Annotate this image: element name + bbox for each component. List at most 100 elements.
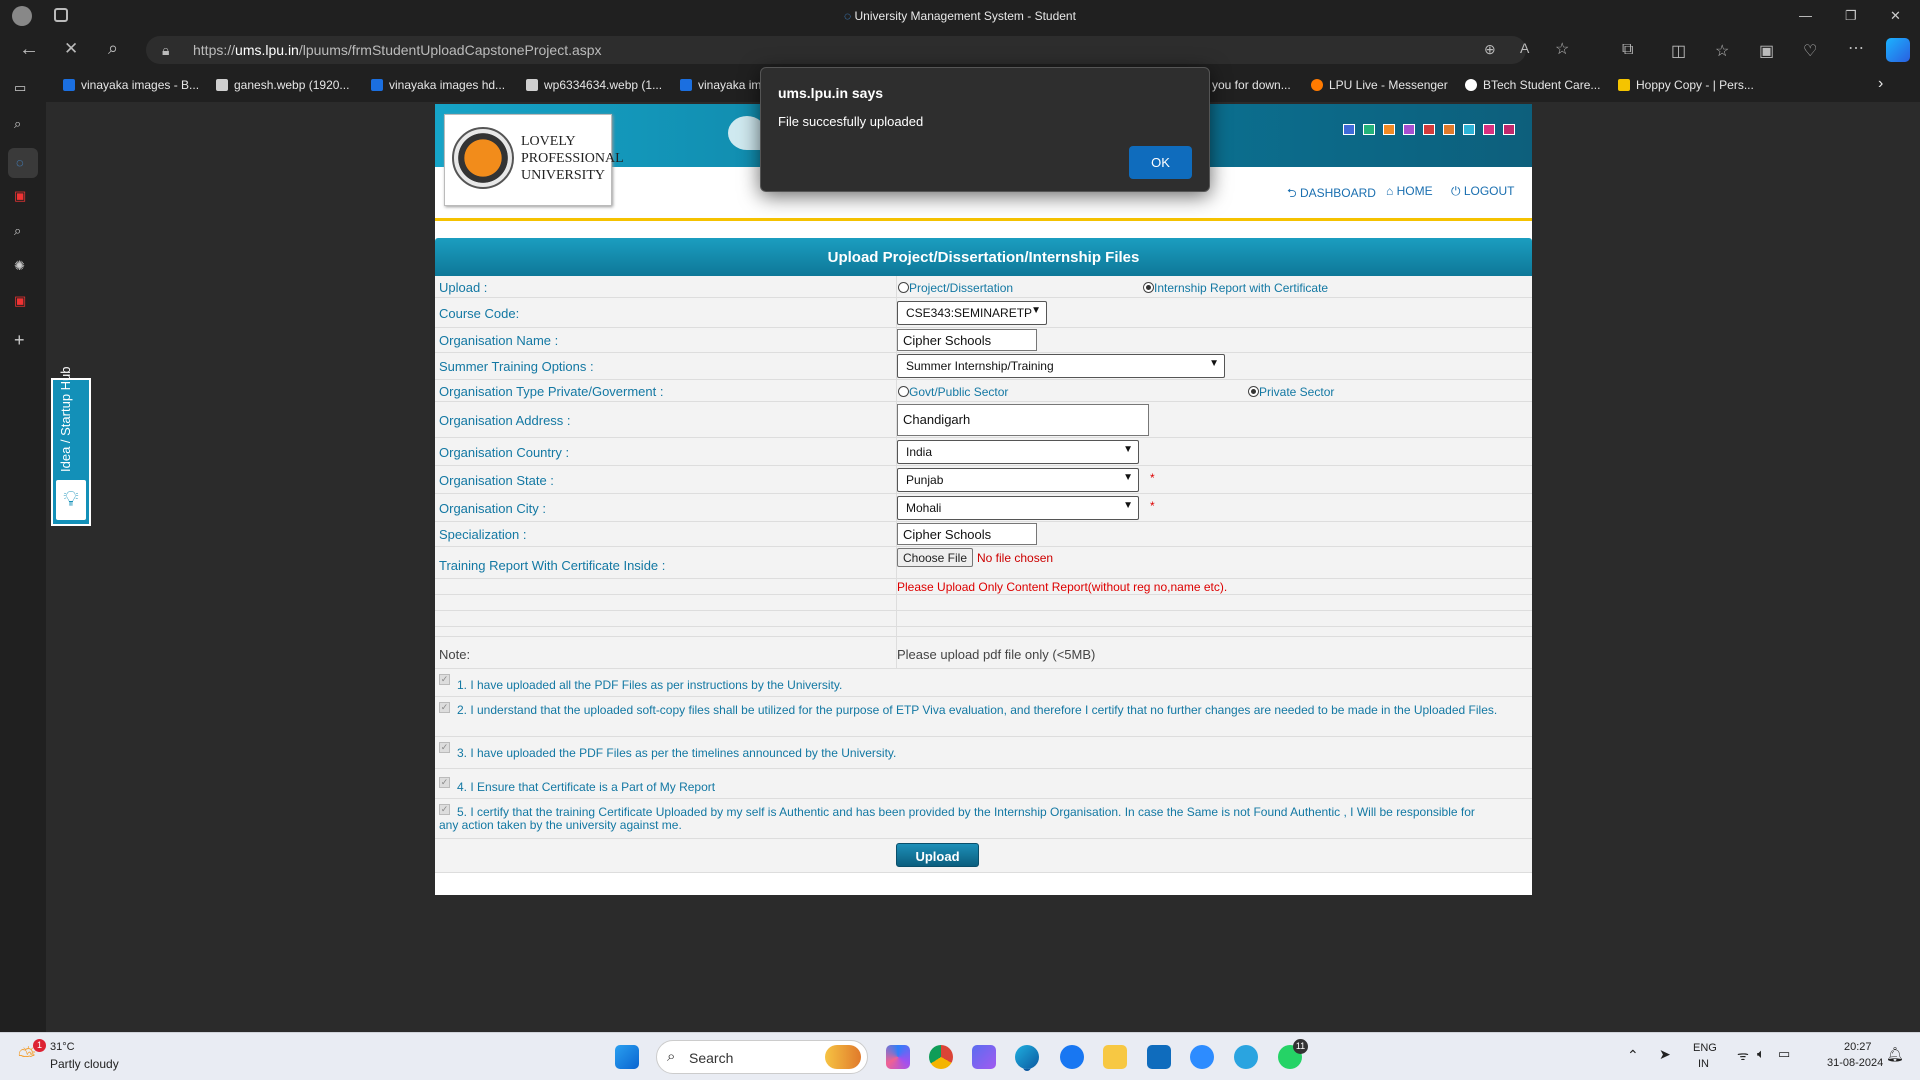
favorite-item[interactable]: you for down... (1212, 78, 1291, 92)
back-icon[interactable]: ← (19, 38, 39, 61)
stop-loading-icon[interactable]: ✕ (64, 39, 78, 59)
org-city-select[interactable]: Mohali ▼ (897, 496, 1139, 520)
theme-swatch[interactable] (1423, 124, 1435, 135)
chevron-down-icon: ▼ (1123, 500, 1133, 511)
radio-govt-sector[interactable]: Govt/Public Sector (898, 384, 1008, 399)
battery-icon[interactable]: ▭ (1778, 1046, 1790, 1062)
chevron-up-icon[interactable]: ⌃ (1627, 1047, 1639, 1064)
clock-date[interactable]: 31-08-2024 (1827, 1057, 1883, 1069)
theme-swatch[interactable] (1343, 124, 1355, 135)
favorite-item[interactable]: vinayaka im (680, 78, 761, 92)
url-input[interactable]: 🔒︎ https://ums.lpu.in/lpuums/frmStudentU… (146, 36, 1569, 64)
zoom-icon[interactable]: ⊕ (1484, 41, 1496, 58)
notification-bell-icon[interactable]: 🔔︎ (1886, 1046, 1904, 1063)
copilot-app-icon[interactable] (886, 1045, 910, 1069)
lpu-live-icon (1311, 79, 1323, 91)
browser-essentials-icon[interactable]: ♡ (1803, 41, 1817, 61)
copilot-icon[interactable] (1886, 38, 1910, 62)
search-icon[interactable]: ⌕ (14, 116, 21, 132)
extensions-icon[interactable]: ⧉ (1622, 41, 1633, 59)
favorite-item[interactable]: Hoppy Copy - | Pers... (1618, 78, 1754, 92)
favorite-item[interactable]: LPU Live - Messenger (1311, 78, 1448, 92)
training-options-label: Summer Training Options : (439, 359, 594, 374)
facebook-icon[interactable] (1060, 1045, 1084, 1069)
site-info-icon[interactable]: 🔒︎ (162, 42, 169, 59)
pdf-tab-icon[interactable]: ▣ (14, 188, 26, 204)
split-screen-icon[interactable]: ◫ (1671, 41, 1686, 61)
theme-swatch[interactable] (1383, 124, 1395, 135)
clock-time[interactable]: 20:27 (1844, 1041, 1872, 1053)
start-icon[interactable] (615, 1045, 639, 1069)
weather-condition[interactable]: Partly cloudy (50, 1057, 119, 1071)
radio-internship-report[interactable]: Internship Report with Certificate (1143, 280, 1328, 295)
lpu-logo[interactable]: LOVELY PROFESSIONAL UNIVERSITY (444, 114, 624, 206)
theme-swatch[interactable] (1483, 124, 1495, 135)
taskbar-search[interactable]: ⌕ Search (656, 1040, 868, 1074)
favorite-item[interactable]: wp6334634.webp (1... (526, 78, 662, 92)
file-explorer-icon[interactable] (1103, 1045, 1127, 1069)
home-link[interactable]: ⌂ HOME (1386, 184, 1433, 198)
favorite-item[interactable]: ganesh.webp (1920... (216, 78, 349, 92)
favorite-item[interactable]: vinayaka images hd... (371, 78, 505, 92)
search-icon[interactable]: ⌕ (14, 223, 21, 239)
loop-app-icon[interactable] (972, 1045, 996, 1069)
org-address-textarea[interactable]: Chandigarh (897, 404, 1149, 436)
radio-project[interactable]: Project/Dissertation (898, 280, 1013, 295)
upload-button[interactable]: Upload (896, 843, 979, 867)
outlook-icon[interactable] (1147, 1045, 1171, 1069)
spacer-row (435, 611, 1532, 627)
weather-temperature[interactable]: 31°C (50, 1041, 75, 1053)
pdf-tab-icon[interactable]: ▣ (14, 293, 26, 309)
course-code-row: Course Code: CSE343:SEMINARETP ▼ (435, 298, 1532, 328)
radio-button-icon (1248, 386, 1259, 397)
org-name-input[interactable]: Cipher Schools (897, 329, 1037, 351)
edge-icon[interactable] (1015, 1045, 1039, 1069)
theme-swatch[interactable] (1363, 124, 1375, 135)
more-menu-icon[interactable]: ⋯ (1848, 38, 1864, 58)
mute-icon[interactable]: 🔈︎ (1757, 1046, 1765, 1062)
collections-icon[interactable]: ▣ (1759, 41, 1774, 61)
chevron-down-icon: ▼ (1123, 472, 1133, 483)
note-text: Please upload pdf file only (<5MB) (897, 647, 1096, 662)
logout-link[interactable]: ⏻ LOGOUT (1451, 184, 1515, 199)
favorite-star-icon[interactable]: ☆ (1555, 39, 1569, 59)
theme-swatch[interactable] (1403, 124, 1415, 135)
lpu-emblem-icon (452, 127, 514, 189)
read-aloud-icon[interactable]: A (1520, 40, 1529, 56)
specialization-input[interactable]: Cipher Schools (897, 523, 1037, 545)
chatgpt-icon[interactable]: ✺ (14, 258, 25, 274)
org-state-select[interactable]: Punjab ▼ (897, 468, 1139, 492)
chevron-right-icon[interactable]: › (1878, 75, 1883, 93)
tab-actions-icon[interactable]: ▭ (14, 80, 26, 96)
favorite-item[interactable]: BTech Student Care... (1465, 78, 1600, 92)
zoom-app-icon[interactable] (1190, 1045, 1214, 1069)
dashboard-link[interactable]: ⮌ DASHBOARD (1287, 184, 1376, 205)
new-tab-icon[interactable]: + (14, 330, 25, 351)
choose-file-button[interactable]: Choose File (897, 548, 973, 567)
location-icon[interactable]: ➤ (1659, 1046, 1671, 1063)
chrome-icon[interactable] (929, 1045, 953, 1069)
telegram-icon[interactable] (1234, 1045, 1258, 1069)
course-code-select[interactable]: CSE343:SEMINARETP ▼ (897, 301, 1047, 325)
close-window-button[interactable]: ✕ (1890, 8, 1901, 24)
startup-hub-tab[interactable]: Idea / Startup Hub 💡︎ (51, 366, 91, 526)
org-name-label: Organisation Name : (439, 333, 559, 348)
theme-swatch[interactable] (1443, 124, 1455, 135)
favorites-icon[interactable]: ☆ (1715, 41, 1729, 61)
loading-tab-icon[interactable]: ◌ (8, 148, 38, 178)
theme-swatch[interactable] (1503, 124, 1515, 135)
radio-private-sector[interactable]: Private Sector (1248, 384, 1334, 399)
region-indicator[interactable]: IN (1698, 1058, 1709, 1070)
wifi-icon[interactable]: ᯤ (1737, 1046, 1749, 1064)
search-icon[interactable]: ⌕ (108, 38, 118, 59)
favorite-item[interactable]: vinayaka images - B... (63, 78, 199, 92)
org-country-select[interactable]: India ▼ (897, 440, 1139, 464)
training-options-select[interactable]: Summer Internship/Training ▼ (897, 354, 1225, 378)
org-city-label: Organisation City : (439, 501, 546, 516)
theme-swatch[interactable] (1463, 124, 1475, 135)
language-indicator[interactable]: ENG (1693, 1042, 1717, 1054)
restore-button[interactable]: ❐ (1845, 8, 1857, 24)
minimize-button[interactable]: — (1799, 8, 1812, 23)
logo-text-lovely: LOVELY (521, 134, 576, 149)
ok-button[interactable]: OK (1129, 146, 1192, 179)
